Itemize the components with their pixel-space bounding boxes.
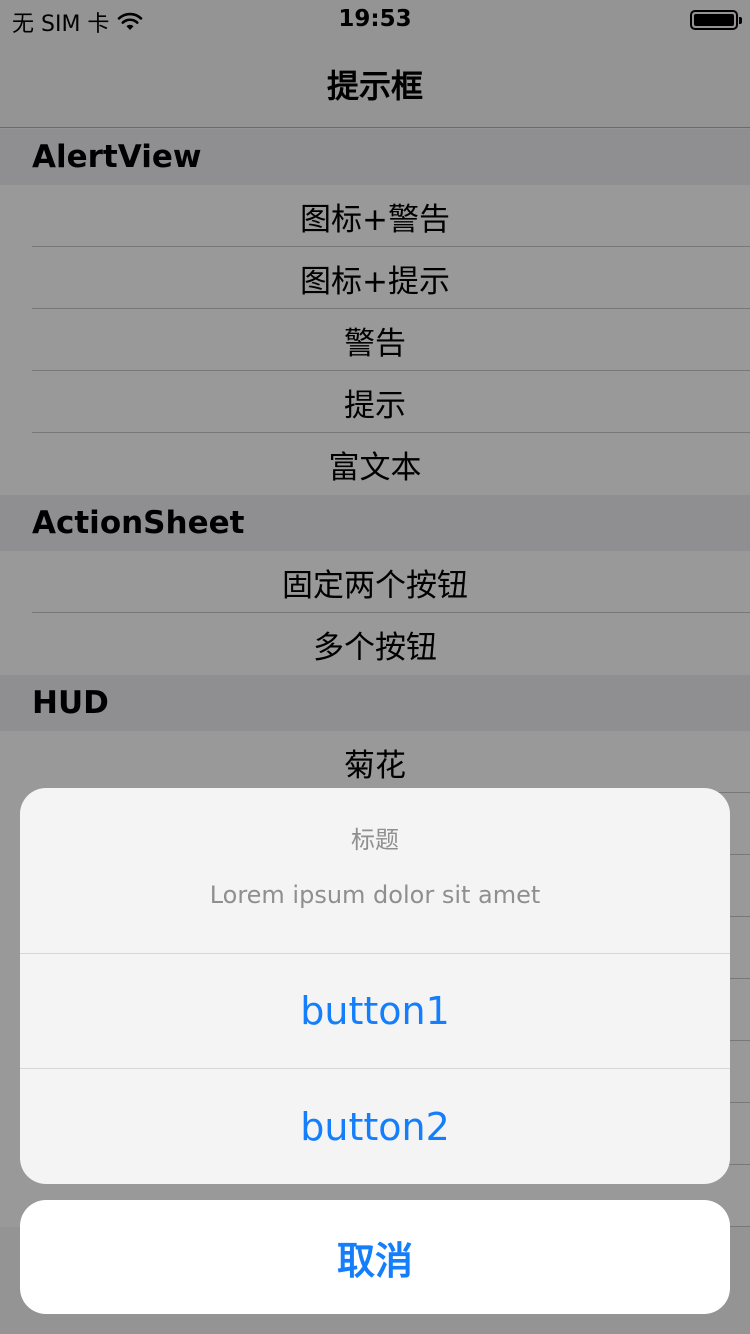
action-sheet-header: 标题 Lorem ipsum dolor sit amet [20,788,730,954]
button2-button[interactable]: button2 [20,1069,730,1184]
action-sheet: 标题 Lorem ipsum dolor sit amet button1 bu… [20,788,730,1184]
cancel-button[interactable]: 取消 [20,1200,730,1314]
button1-button[interactable]: button1 [20,954,730,1069]
action-sheet-message: Lorem ipsum dolor sit amet [209,881,541,909]
screen: 无 SIM 卡 19:53 提示框 AlertView 图标+警告 图标+提示 … [0,0,750,1334]
action-sheet-title: 标题 [351,826,399,854]
